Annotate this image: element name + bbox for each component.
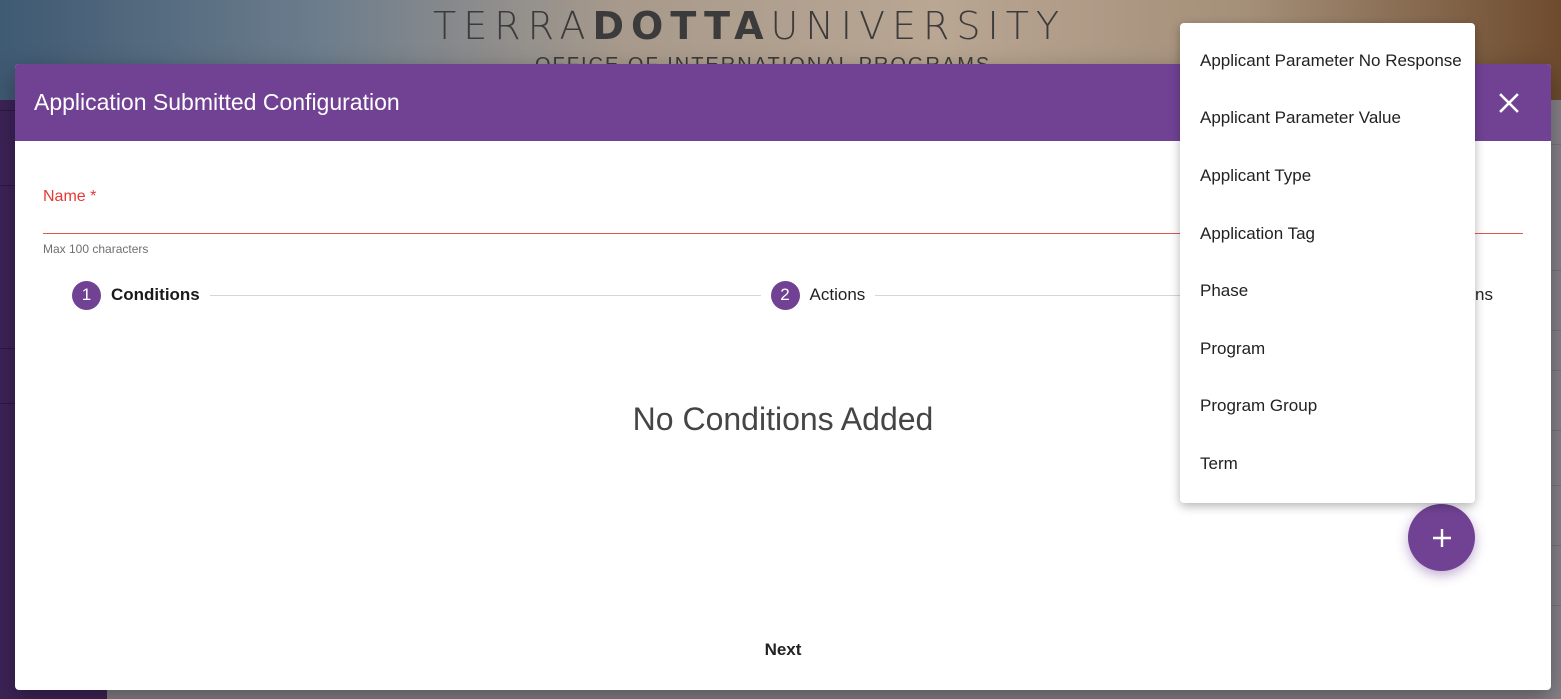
menu-item-phase[interactable]: Phase bbox=[1180, 262, 1475, 320]
step-conditions[interactable]: 1 Conditions bbox=[72, 280, 200, 310]
menu-item-application-tag[interactable]: Application Tag bbox=[1180, 205, 1475, 263]
close-icon bbox=[1499, 93, 1519, 113]
menu-item-applicant-type[interactable]: Applicant Type bbox=[1180, 147, 1475, 205]
brand-part-2: UNIVERSITY bbox=[770, 4, 1067, 48]
brand-part-bold: DOTTA bbox=[592, 4, 771, 48]
next-button[interactable]: Next bbox=[735, 632, 831, 668]
step-label: ns bbox=[1475, 285, 1494, 304]
close-button[interactable] bbox=[1497, 91, 1521, 115]
step-label: Actions bbox=[809, 285, 866, 304]
add-condition-button[interactable] bbox=[1408, 504, 1475, 571]
dialog-title: Application Submitted Configuration bbox=[34, 89, 400, 115]
condition-type-menu: Applicant Parameter No Response Applican… bbox=[1180, 23, 1475, 503]
step-actions[interactable]: 2 Actions bbox=[770, 280, 866, 310]
step-number: 1 bbox=[72, 280, 101, 310]
step-label: Conditions bbox=[111, 285, 200, 304]
menu-item-applicant-parameter-no-response[interactable]: Applicant Parameter No Response bbox=[1180, 32, 1475, 90]
menu-item-program[interactable]: Program bbox=[1180, 320, 1475, 378]
step-number: 2 bbox=[770, 280, 800, 310]
step-connector bbox=[209, 294, 761, 296]
menu-item-program-group[interactable]: Program Group bbox=[1180, 378, 1475, 436]
menu-item-applicant-parameter-value[interactable]: Applicant Parameter Value bbox=[1180, 90, 1475, 148]
plus-icon bbox=[1432, 528, 1451, 547]
university-logo: TERRADOTTAUNIVERSITY bbox=[433, 4, 1066, 48]
menu-item-term[interactable]: Term bbox=[1180, 435, 1475, 493]
brand-part-1: TERRA bbox=[433, 4, 593, 48]
